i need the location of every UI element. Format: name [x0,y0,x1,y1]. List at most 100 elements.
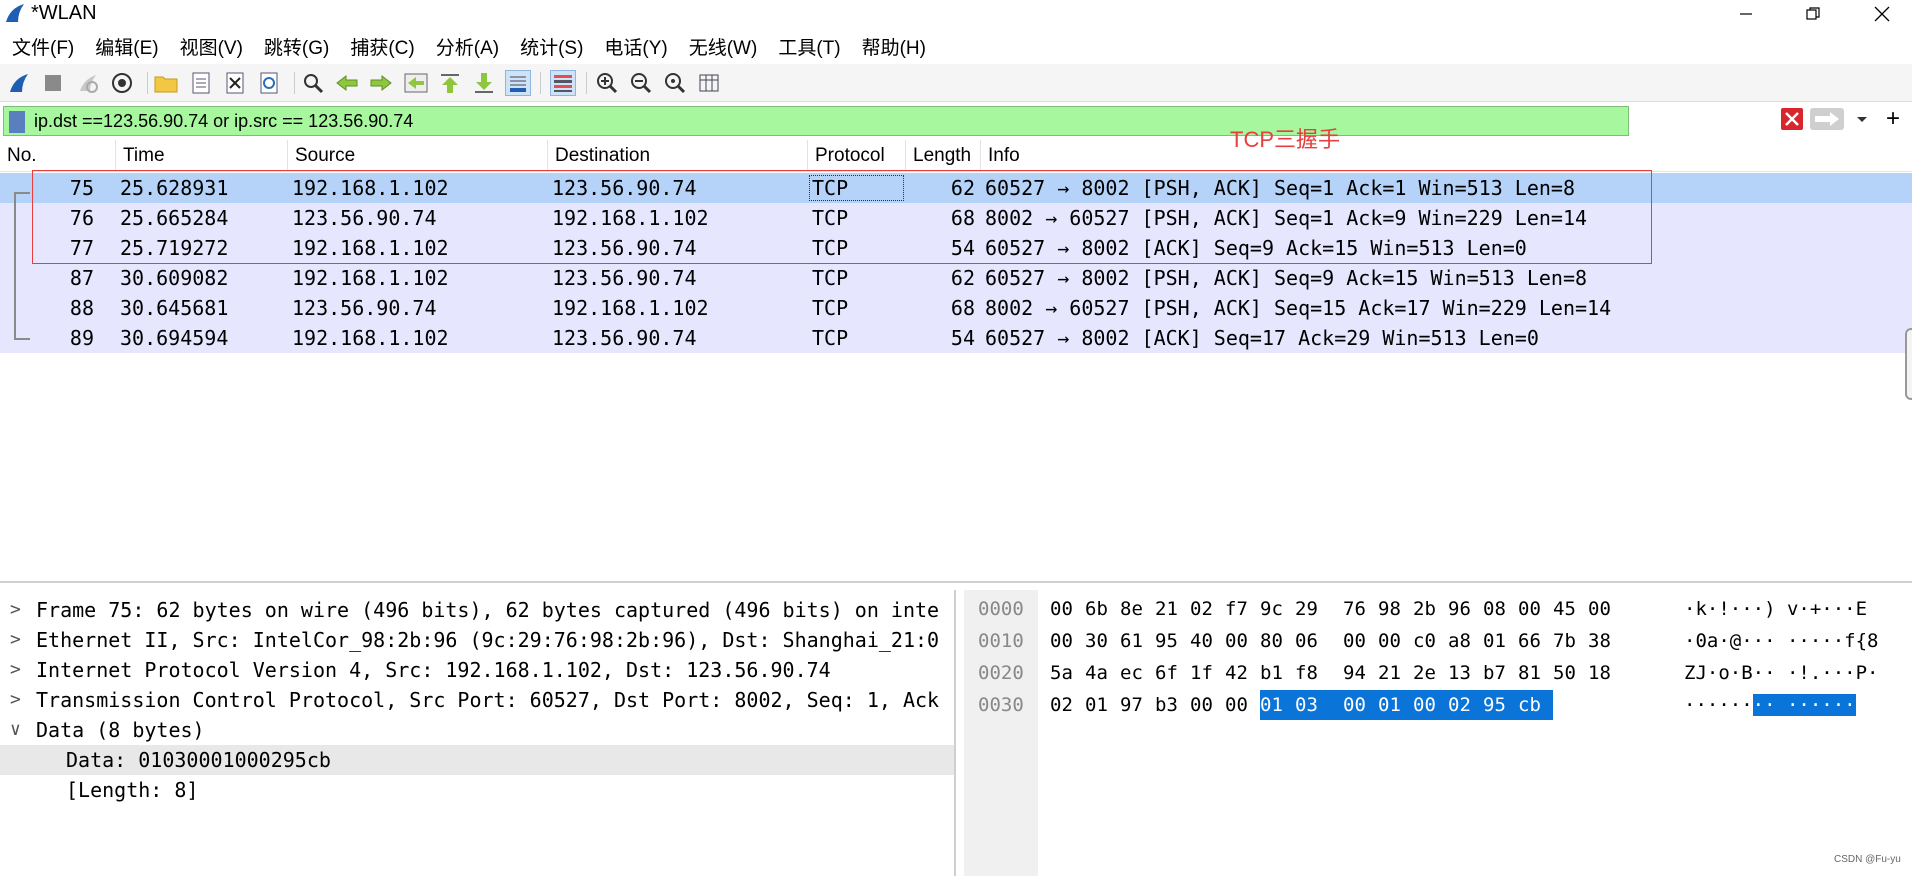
menu-help[interactable]: 帮助(H) [860,33,937,60]
hex-byte[interactable]: 00 [1378,626,1413,656]
add-filter-button[interactable]: + [1879,106,1907,132]
hex-byte[interactable]: 03 [1295,690,1343,720]
hex-byte[interactable]: 50 [1553,658,1588,688]
hex-byte[interactable]: cb [1518,690,1553,720]
detail-tree-item[interactable]: ∨ Data (8 bytes) [0,715,954,745]
hex-byte[interactable]: 06 [1295,626,1343,656]
column-header-destination[interactable]: Destination [548,140,808,172]
column-header-protocol[interactable]: Protocol [808,140,906,172]
ascii-bytes[interactable]: ········ ······ [1684,690,1912,720]
menu-go[interactable]: 跳转(G) [262,33,340,60]
colorize-button[interactable] [550,70,576,96]
column-header-source[interactable]: Source [288,140,548,172]
hex-byte[interactable]: 42 [1225,658,1260,688]
hex-byte[interactable]: 6b [1085,594,1120,624]
menu-analyze[interactable]: 分析(A) [434,33,510,60]
hex-byte[interactable]: 40 [1190,626,1225,656]
hex-byte[interactable]: 76 [1343,594,1378,624]
hex-byte[interactable]: 9c [1260,594,1295,624]
hex-byte[interactable]: c0 [1413,626,1448,656]
hex-byte[interactable]: f7 [1225,594,1260,624]
hex-byte[interactable]: 94 [1343,658,1378,688]
chevron-right-icon[interactable]: > [10,595,26,625]
hex-byte[interactable]: 00 [1225,690,1260,720]
capture-options-button[interactable] [109,70,135,96]
hex-byte[interactable]: 01 [1378,690,1413,720]
ascii-bytes[interactable]: ·0a·@··· ·····f{8 [1684,626,1912,656]
hex-byte[interactable]: b1 [1260,658,1295,688]
start-capture-button[interactable] [6,70,32,96]
detail-tree-item[interactable]: > Internet Protocol Version 4, Src: 192.1… [0,655,954,685]
hex-byte[interactable]: 95 [1483,690,1518,720]
menu-edit[interactable]: 编辑(E) [93,33,169,60]
chevron-right-icon[interactable]: > [10,685,26,715]
column-header-length[interactable]: Length [906,140,981,172]
ascii-bytes[interactable]: ·k·!···) v·+···E [1684,594,1912,624]
hex-byte[interactable]: 18 [1588,658,1623,688]
hex-byte[interactable]: 21 [1378,658,1413,688]
hex-byte[interactable]: 6f [1155,658,1190,688]
autoscroll-button[interactable] [505,70,531,96]
close-window-button[interactable] [1852,0,1912,28]
hex-byte[interactable]: 98 [1378,594,1413,624]
chevron-right-icon[interactable]: > [10,625,26,655]
hex-byte[interactable]: 4a [1085,658,1120,688]
menu-wireless[interactable]: 无线(W) [687,33,769,60]
hex-byte[interactable]: 02 [1448,690,1483,720]
hex-byte[interactable]: 01 [1260,690,1295,720]
go-forward-button[interactable] [368,70,394,96]
packet-list-scrollbar[interactable] [1905,328,1912,400]
hex-byte[interactable]: 00 [1050,626,1085,656]
hex-byte[interactable]: 00 [1518,594,1553,624]
hex-byte[interactable]: 00 [1343,626,1378,656]
hex-byte[interactable]: b7 [1483,658,1518,688]
filter-history-dropdown[interactable] [1851,108,1873,130]
hex-byte[interactable]: 00 [1050,594,1085,624]
ascii-bytes[interactable]: ZJ·o·B·· ·!.···P· [1684,658,1912,688]
hex-byte[interactable]: 96 [1448,594,1483,624]
hex-byte[interactable]: 02 [1190,594,1225,624]
hex-byte[interactable]: 80 [1260,626,1295,656]
hex-byte[interactable]: 00 [1413,690,1448,720]
zoom-out-button[interactable] [628,70,654,96]
hex-byte[interactable]: a8 [1448,626,1483,656]
hex-byte[interactable]: 45 [1553,594,1588,624]
zoom-in-button[interactable] [594,70,620,96]
hex-byte[interactable]: 2b [1413,594,1448,624]
go-back-button[interactable] [334,70,360,96]
hex-byte[interactable]: 00 [1225,626,1260,656]
menu-tools[interactable]: 工具(T) [776,33,851,60]
chevron-right-icon[interactable]: > [10,655,26,685]
hex-byte[interactable]: 13 [1448,658,1483,688]
menu-telephony[interactable]: 电话(Y) [602,33,678,60]
hex-byte[interactable]: 29 [1295,594,1343,624]
find-packet-button[interactable] [300,70,326,96]
stop-capture-button[interactable] [40,70,66,96]
menu-file[interactable]: 文件(F) [10,33,85,60]
last-packet-button[interactable] [471,70,497,96]
hex-byte[interactable]: 00 [1190,690,1225,720]
hex-byte[interactable]: 08 [1483,594,1518,624]
detail-tree-item[interactable]: [Length: 8] [0,775,954,805]
open-folder-button[interactable] [153,70,179,96]
open-file-button[interactable] [188,70,214,96]
hex-byte[interactable]: 97 [1120,690,1155,720]
hex-byte[interactable]: 01 [1085,690,1120,720]
menu-capture[interactable]: 捕获(C) [348,33,425,60]
detail-tree-item[interactable]: > Frame 75: 62 bytes on wire (496 bits), … [0,595,954,625]
packet-row[interactable]: 77 25.719272 192.168.1.102 123.56.90.74 TCP 5… [0,233,1912,263]
hex-byte[interactable]: 7b [1553,626,1588,656]
packet-row[interactable]: 89 30.694594 192.168.1.102 123.56.90.74 TCP 5… [0,323,1912,353]
normal-size-button[interactable] [662,70,688,96]
hex-byte[interactable]: 38 [1588,626,1623,656]
hex-bytes[interactable]: 00 30 61 95 40 00 80 06 00 00 c0 a8 01 66 7b 38 [1050,626,1650,656]
hex-byte[interactable]: b3 [1155,690,1190,720]
column-header-time[interactable]: Time [116,140,288,172]
hex-byte[interactable]: f8 [1295,658,1343,688]
packet-row[interactable]: 88 30.645681 123.56.90.74 192.168.1.102 TCP 6… [0,293,1912,323]
packet-row[interactable]: 76 25.665284 123.56.90.74 192.168.1.102 TCP 6… [0,203,1912,233]
hex-byte[interactable]: 5a [1050,658,1085,688]
bookmark-icon[interactable] [9,111,25,133]
hex-byte[interactable]: 00 [1588,594,1623,624]
hex-byte[interactable]: 66 [1518,626,1553,656]
